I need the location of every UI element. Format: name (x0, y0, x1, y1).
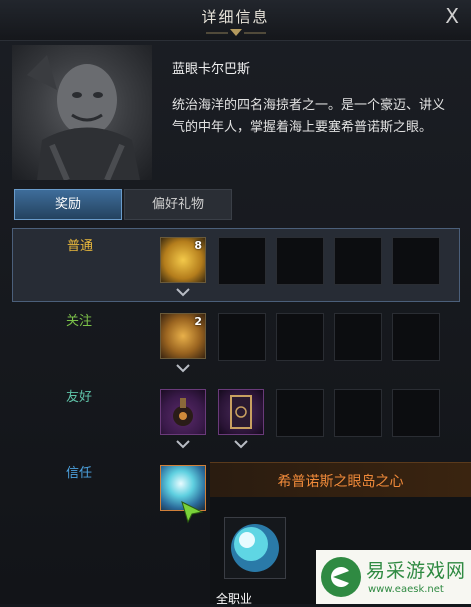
character-description: 统治海洋的四名海掠者之一。是一个豪迈、讲义气的中年人，掌握着海上要塞希普诺斯之眼… (172, 98, 446, 135)
item-quantity: 8 (194, 239, 202, 252)
title-bar: 详细信息 X (0, 0, 471, 41)
item-quantity: 2 (194, 315, 202, 328)
empty-slot (276, 389, 324, 437)
gold-medallion-icon[interactable]: 2 (160, 313, 206, 359)
empty-slot (334, 237, 382, 285)
empty-slot (218, 237, 266, 285)
empty-slot (276, 237, 324, 285)
purple-flask-icon[interactable] (160, 389, 206, 435)
tab-rewards[interactable]: 奖励 (14, 189, 122, 220)
watermark-text: 易采游戏网 (366, 560, 467, 582)
card-shape (230, 395, 252, 429)
logo-shape (331, 567, 349, 587)
card-icon[interactable] (218, 389, 264, 435)
flask-shape (173, 398, 193, 426)
character-name: 蓝眼卡尔巴斯 (172, 62, 251, 77)
empty-slot (334, 389, 382, 437)
empty-slot (334, 313, 382, 361)
tab-preferred-gifts[interactable]: 偏好礼物 (124, 189, 232, 220)
chevron-down-icon (234, 440, 248, 449)
empty-slot (276, 313, 324, 361)
watermark-url: www.eaesk.net (368, 584, 444, 595)
empty-slot (218, 313, 266, 361)
chevron-down-icon (176, 288, 190, 297)
tooltip-orb-icon (224, 517, 286, 579)
site-watermark: 易采游戏网 www.eaesk.net (316, 550, 471, 604)
empty-slot (392, 389, 440, 437)
cursor-icon (181, 501, 204, 524)
empty-slot (392, 313, 440, 361)
title-ornament-icon (206, 29, 266, 36)
tooltip-title: 希普诺斯之眼岛之心 (277, 474, 404, 490)
item-tooltip-header: 希普诺斯之眼岛之心 (210, 462, 471, 498)
tooltip-class-label: 全职业 (216, 592, 253, 606)
row-label-normal: 普通 (67, 239, 94, 254)
orb-shape (231, 524, 279, 572)
row-label-attention: 关注 (66, 314, 93, 329)
empty-slot (392, 237, 440, 285)
watermark-logo-icon (321, 557, 361, 597)
row-label-friendly: 友好 (66, 390, 93, 405)
chevron-down-icon (176, 440, 190, 449)
detail-window: 详细信息 X 蓝眼卡尔巴斯 统治海洋的四名海掠者之一。是一个豪迈、讲义气的中年人… (0, 0, 471, 606)
window-title: 详细信息 (201, 8, 270, 26)
close-button[interactable]: X (445, 4, 459, 28)
gold-coin-icon[interactable]: 8 (160, 237, 206, 283)
row-label-trust: 信任 (66, 466, 93, 481)
chevron-down-icon (176, 364, 190, 373)
character-portrait-icon (27, 55, 140, 180)
character-portrait (12, 45, 152, 180)
